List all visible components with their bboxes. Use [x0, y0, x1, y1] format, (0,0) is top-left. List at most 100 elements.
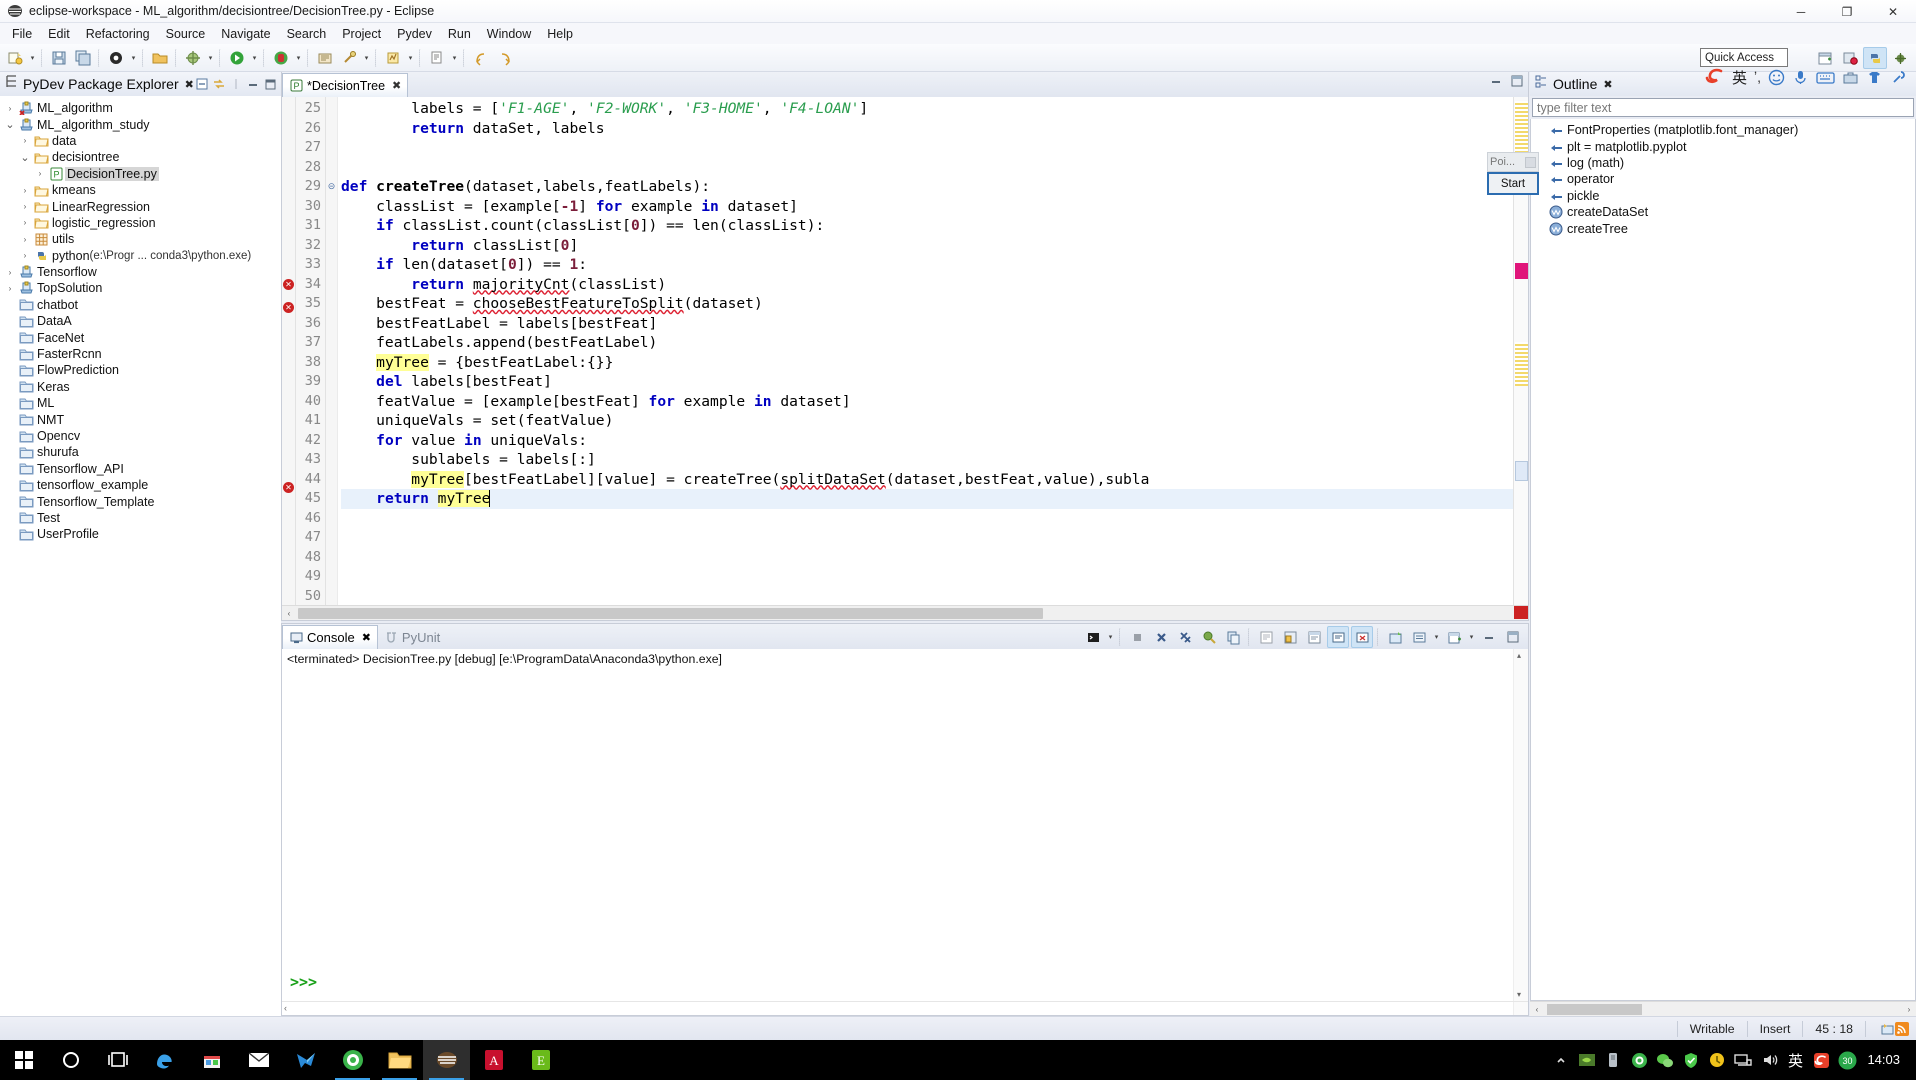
menu-search[interactable]: Search [279, 25, 335, 43]
scroll-thumb[interactable] [298, 607, 1043, 619]
code-line[interactable]: if len(dataset[0]) == 1: [341, 255, 1513, 275]
code-line[interactable]: return dataSet, labels [341, 119, 1513, 139]
edge-browser-icon[interactable] [141, 1040, 188, 1080]
outline-item-fontproperties[interactable]: FontProperties (matplotlib.font_manager) [1531, 122, 1915, 138]
menu-file[interactable]: File [4, 25, 40, 43]
console-output[interactable]: <terminated> DecisionTree.py [debug] [e:… [282, 649, 1528, 1015]
tray-360-icon[interactable]: 30 [1835, 1040, 1859, 1080]
tree-item-kmeans[interactable]: › kmeans [0, 182, 281, 198]
outline-item-pickle[interactable]: pickle [1531, 188, 1915, 204]
code-line[interactable] [341, 567, 1513, 587]
tree-item-test[interactable]: Test [0, 510, 281, 526]
tree-item-utils[interactable]: › utils [0, 231, 281, 247]
tree-item-topsolution[interactable]: › TopSolution [0, 280, 281, 296]
maximize-editor-icon[interactable] [1510, 74, 1524, 93]
tree-item-flowprediction[interactable]: FlowPrediction [0, 362, 281, 378]
error-marker[interactable]: ✕ [282, 278, 295, 299]
minimize-view-icon[interactable] [244, 74, 261, 93]
code-line[interactable]: uniqueVals = set(featValue) [341, 411, 1513, 431]
code-line[interactable]: featValue = [example[bestFeat] for examp… [341, 392, 1513, 412]
code-line[interactable]: featLabels.append(bestFeatLabel) [341, 333, 1513, 353]
minimize-console-icon[interactable] [1478, 626, 1500, 648]
collapsed-arrow-icon[interactable]: › [2, 268, 18, 277]
tree-item-python[interactable]: › python (e:\Progr ... conda3\python.exe) [0, 248, 281, 264]
scroll-up-icon[interactable]: ▴ [1517, 651, 1521, 660]
scroll-right-icon[interactable]: › [1902, 1005, 1916, 1014]
tab-decisiontree[interactable]: P *DecisionTree ✖ [282, 73, 409, 97]
tab-console[interactable]: Console ✖ [282, 625, 378, 649]
open-console-icon[interactable] [1384, 626, 1406, 648]
display-selected-console-icon[interactable] [1082, 626, 1104, 648]
tree-item-opencv[interactable]: Opencv [0, 428, 281, 444]
sogou-logo-icon[interactable] [1705, 67, 1725, 87]
task-view-icon[interactable] [94, 1040, 141, 1080]
foxmail-icon[interactable] [282, 1040, 329, 1080]
run-dropdown-icon[interactable]: ▾ [250, 47, 259, 69]
sogou-ime-toolbar[interactable]: 英 ʼ, [1702, 64, 1910, 90]
coverage-icon[interactable] [314, 47, 336, 69]
tree-item-linearregression[interactable]: › LinearRegression [0, 198, 281, 214]
new-icon[interactable] [4, 47, 26, 69]
start-button-icon[interactable] [0, 1040, 47, 1080]
close-icon[interactable]: ✖ [362, 631, 371, 644]
tree-item-keras[interactable]: Keras [0, 379, 281, 395]
marker-bar[interactable]: ✕ ✕ ✕ [282, 97, 296, 605]
scroll-thumb[interactable] [1547, 1003, 1642, 1015]
maximize-button[interactable]: ❐ [1824, 0, 1870, 23]
tree-item-logistic-regression[interactable]: › logistic_regression [0, 215, 281, 231]
tree-item-userprofile[interactable]: UserProfile [0, 526, 281, 542]
console-horizontal-scrollbar[interactable] [282, 1001, 1528, 1015]
tree-item-tensorflow-api[interactable]: Tensorflow_API [0, 461, 281, 477]
outline-item-operator[interactable]: operator [1531, 171, 1915, 187]
tray-sogou-icon[interactable] [1809, 1040, 1833, 1080]
editor-horizontal-scrollbar[interactable]: ‹ › [282, 605, 1528, 620]
code-line[interactable]: return myTree [341, 489, 1513, 509]
copy-console-icon[interactable] [1222, 626, 1244, 648]
tray-wechat-icon[interactable] [1653, 1040, 1677, 1080]
ime-mode-label[interactable]: 英 [1732, 67, 1747, 88]
display-selected-icon-active[interactable] [1327, 626, 1349, 648]
debug-dropdown-icon[interactable]: ▾ [129, 47, 138, 69]
tree-item-tensorflow-example[interactable]: tensorflow_example [0, 477, 281, 493]
menu-help[interactable]: Help [539, 25, 581, 43]
tree-item-ml-algorithm-study[interactable]: ⌄ ML_algorithm_study [0, 116, 281, 132]
debug-icon[interactable] [105, 47, 127, 69]
tray-volume-icon[interactable] [1757, 1040, 1781, 1080]
menu-navigate[interactable]: Navigate [213, 25, 278, 43]
editor-body[interactable]: ✕ ✕ ✕ 25 26 27 28 29 30 31 32 33 34 35 36 37 38 39 40 41 42… [282, 97, 1528, 623]
code-line[interactable] [341, 509, 1513, 529]
menu-edit[interactable]: Edit [40, 25, 78, 43]
outline-item-log[interactable]: log (math) [1531, 155, 1915, 171]
close-button[interactable]: ✕ [1870, 0, 1916, 23]
collapse-all-icon[interactable] [193, 74, 210, 93]
tray-update-icon[interactable] [1705, 1040, 1729, 1080]
code-line[interactable]: bestFeat = chooseBestFeatureToSplit(data… [341, 294, 1513, 314]
debug-run-icon[interactable] [270, 47, 292, 69]
outline-item-plt[interactable]: plt = matplotlib.pyplot [1531, 138, 1915, 154]
scroll-left-icon[interactable]: ‹ [282, 609, 296, 618]
code-line[interactable]: myTree = {bestFeatLabel:{}} [341, 353, 1513, 373]
save-icon[interactable] [48, 47, 70, 69]
menu-window[interactable]: Window [479, 25, 539, 43]
new-dropdown-icon[interactable]: ▾ [28, 47, 37, 69]
code-line[interactable] [341, 158, 1513, 178]
browser-icon[interactable] [329, 1040, 376, 1080]
ime-skin-icon[interactable] [1866, 69, 1883, 86]
code-line[interactable] [341, 548, 1513, 568]
tray-ime-lang-icon[interactable]: 英 [1783, 1040, 1807, 1080]
debug-run-dropdown-icon[interactable]: ▾ [294, 47, 303, 69]
code-line[interactable]: del labels[bestFeat] [341, 372, 1513, 392]
external-tools-icon[interactable] [182, 47, 204, 69]
tray-security-icon[interactable] [1679, 1040, 1703, 1080]
tree-item-tensorflow-template[interactable]: Tensorflow_Template [0, 493, 281, 509]
ime-keyboard-icon[interactable] [1816, 69, 1835, 86]
scroll-left-icon[interactable]: ‹ [1530, 1005, 1544, 1014]
outline-horizontal-scrollbar[interactable]: ‹ › [1530, 1001, 1916, 1016]
tree-item-shurufa[interactable]: shurufa [0, 444, 281, 460]
profile-icon[interactable] [382, 47, 404, 69]
editplus-icon[interactable]: E [517, 1040, 564, 1080]
show-error-console-icon-active[interactable] [1351, 626, 1373, 648]
tray-nvidia-icon[interactable] [1575, 1040, 1599, 1080]
code-line[interactable]: def createTree(dataset,labels,featLabels… [341, 177, 1513, 197]
tree-item-fasterrcnn[interactable]: FasterRcnn [0, 346, 281, 362]
